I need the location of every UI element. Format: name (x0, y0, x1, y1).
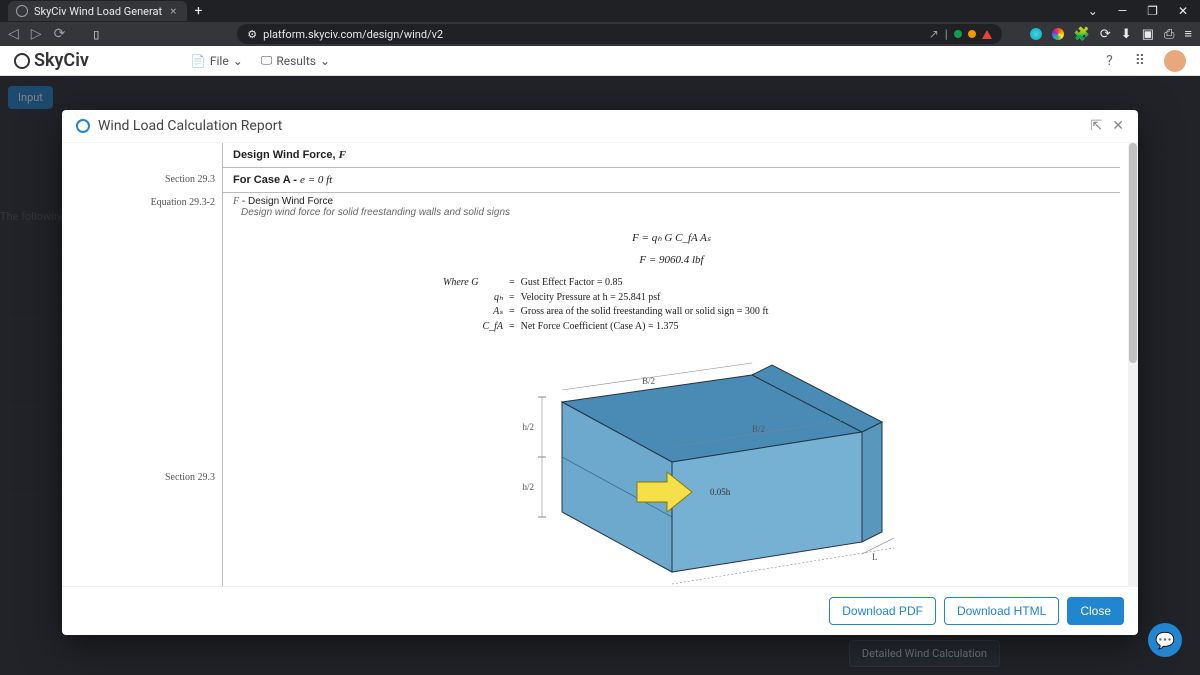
browser-tab-bar: SkyCiv Wind Load Generat × + ⌄ — ❐ ✕ (0, 0, 1200, 22)
dim-b2-right: B/2 (752, 424, 765, 434)
f-subdesc: Design wind force for solid freestanding… (241, 207, 510, 218)
app-header: SkyCiv 📄 File ⌄ 🖵 Results ⌄ ? ⠿ (0, 46, 1200, 76)
pipe-icon: | (945, 27, 948, 41)
chat-icon: 💬 (1155, 631, 1175, 650)
cast-icon[interactable]: ⟳ (1100, 27, 1111, 42)
reload-icon[interactable]: ⟳ (54, 26, 66, 42)
tab-favicon-icon (16, 5, 28, 17)
extension-rainbow-icon[interactable] (1052, 28, 1064, 40)
help-icon[interactable]: ? (1103, 53, 1116, 69)
chevron-down-icon: ⌄ (320, 54, 330, 68)
expand-icon[interactable]: ⇱ (1091, 118, 1103, 134)
status-triangle-red-icon (982, 30, 992, 39)
f-desc: - Design Wind Force (239, 196, 333, 207)
case-a-diagram: h/2 h/2 B/2 B/2 0.05h L (442, 342, 902, 586)
scrollbar-thumb[interactable] (1129, 143, 1137, 363)
app-body: Input The following Detailed Wind Calcul… (0, 76, 1200, 675)
file-icon: 📄 (191, 54, 206, 68)
scrollbar-track[interactable] (1128, 143, 1138, 586)
bookmark-icon[interactable]: ▯ (93, 28, 99, 41)
panel-icon[interactable]: ▣ (1142, 27, 1154, 42)
apps-grid-icon[interactable]: ⠿ (1132, 53, 1148, 69)
site-settings-icon[interactable]: ⚙ (247, 28, 257, 41)
formula-1: F = qₕ G C_fA Aₛ (223, 231, 1120, 244)
results-menu-label: Results (276, 54, 316, 68)
close-window-icon[interactable]: ✕ (1174, 4, 1192, 18)
download-pdf-button[interactable]: Download PDF (829, 597, 936, 625)
tab-close-icon[interactable]: × (168, 4, 178, 18)
modal-footer: Download PDF Download HTML Close (62, 586, 1138, 635)
case-a-label: For Case A - (233, 174, 300, 186)
modal-title: Wind Load Calculation Report (98, 118, 282, 134)
f-description-row: F - Design Wind Force Design wind force … (223, 193, 1120, 221)
dim-offset: 0.05h (710, 487, 731, 497)
report-heading: Design Wind Force, (233, 149, 339, 161)
dim-L: L (872, 552, 878, 562)
where-As: Gross area of the solid freestanding wal… (521, 305, 769, 320)
url-bar[interactable]: ▯ ⚙ platform.skyciv.com/design/wind/v2 ↗… (237, 24, 1001, 44)
report-modal: Wind Load Calculation Report ⇱ ✕ Design … (62, 110, 1138, 635)
close-button[interactable]: Close (1067, 597, 1124, 625)
brand-logo-icon (14, 53, 30, 69)
modal-body: Design Wind Force, F Section 29.3 For Ca… (62, 143, 1138, 586)
modal-logo-icon (76, 119, 90, 133)
file-menu-label: File (210, 54, 229, 68)
minimize-icon[interactable]: — (1114, 4, 1131, 18)
status-dot-orange-icon (968, 30, 976, 38)
extensions-icon[interactable]: 🧩 (1074, 27, 1090, 42)
extension-aqua-icon[interactable] (1030, 28, 1042, 40)
status-dot-green-icon (954, 30, 962, 38)
report-content: Design Wind Force, F Section 29.3 For Ca… (62, 143, 1128, 586)
file-menu[interactable]: 📄 File ⌄ (185, 51, 249, 70)
browser-tab[interactable]: SkyCiv Wind Load Generat × (8, 1, 187, 21)
modal-close-icon[interactable]: ✕ (1112, 118, 1124, 134)
toolbar-extensions: 🧩 ⟳ ⬇ ▣ ⎙ ≡ (1030, 26, 1192, 42)
modal-header: Wind Load Calculation Report ⇱ ✕ (62, 110, 1138, 143)
report-heading-symbol: F (339, 149, 346, 161)
where-qh: Velocity Pressure at h = 25.841 psf (521, 291, 661, 306)
chevron-down-icon[interactable]: ⌄ (1084, 4, 1102, 18)
where-block: Where G=Gust Effect Factor = 0.85 qₕ=Vel… (443, 276, 1120, 334)
tab-title: SkyCiv Wind Load Generat (34, 5, 162, 18)
user-avatar[interactable] (1164, 50, 1186, 72)
results-menu[interactable]: 🖵 Results ⌄ (255, 51, 336, 70)
where-qh-sym: qₕ (481, 291, 503, 306)
back-icon[interactable]: ◁ (8, 26, 19, 42)
window-controls: ⌄ — ❐ ✕ (1084, 4, 1192, 18)
where-As-sym: Aₛ (481, 305, 503, 320)
download-html-button[interactable]: Download HTML (944, 597, 1059, 625)
case-a-row: Section 29.3 For Case A - e = 0 ft (223, 168, 1120, 193)
side-label-equation: Equation 29.3-2 (151, 197, 223, 208)
brand-name: SkyCiv (34, 50, 89, 71)
browser-toolbar: ◁ ▷ ⟳ ▯ ⚙ platform.skyciv.com/design/win… (0, 22, 1200, 46)
forward-icon[interactable]: ▷ (31, 26, 42, 42)
where-Cfa: Net Force Coefficient (Case A) = 1.375 (521, 320, 679, 335)
intercom-launcher[interactable]: 💬 (1148, 623, 1182, 657)
where-label: Where G (443, 276, 503, 291)
where-Cfa-sym: C_fA (481, 320, 503, 335)
chevron-down-icon: ⌄ (233, 54, 243, 68)
report-heading-row: Design Wind Force, F (223, 143, 1120, 168)
side-label-section-2: Section 29.3 (165, 472, 223, 483)
save-icon[interactable]: ⎙ (1164, 27, 1174, 42)
maximize-icon[interactable]: ❐ (1143, 4, 1162, 18)
download-icon[interactable]: ⬇ (1121, 27, 1132, 42)
results-icon: 🖵 (261, 53, 273, 68)
dim-h2-lower: h/2 (522, 482, 534, 492)
brand[interactable]: SkyCiv (14, 50, 89, 71)
where-G: Gust Effect Factor = 0.85 (521, 276, 623, 291)
dim-b2-top: B/2 (642, 376, 655, 386)
dim-h2-upper: h/2 (522, 422, 534, 432)
case-a-e: e = 0 ft (300, 174, 332, 186)
formula-2: F = 9060.4 lbf (223, 254, 1120, 266)
new-tab-button[interactable]: + (187, 3, 211, 19)
url-text: platform.skyciv.com/design/wind/v2 (263, 28, 443, 41)
share-icon[interactable]: ↗ (929, 27, 939, 41)
side-label-section: Section 29.3 (165, 174, 223, 185)
menu-icon[interactable]: ≡ (1184, 26, 1192, 42)
